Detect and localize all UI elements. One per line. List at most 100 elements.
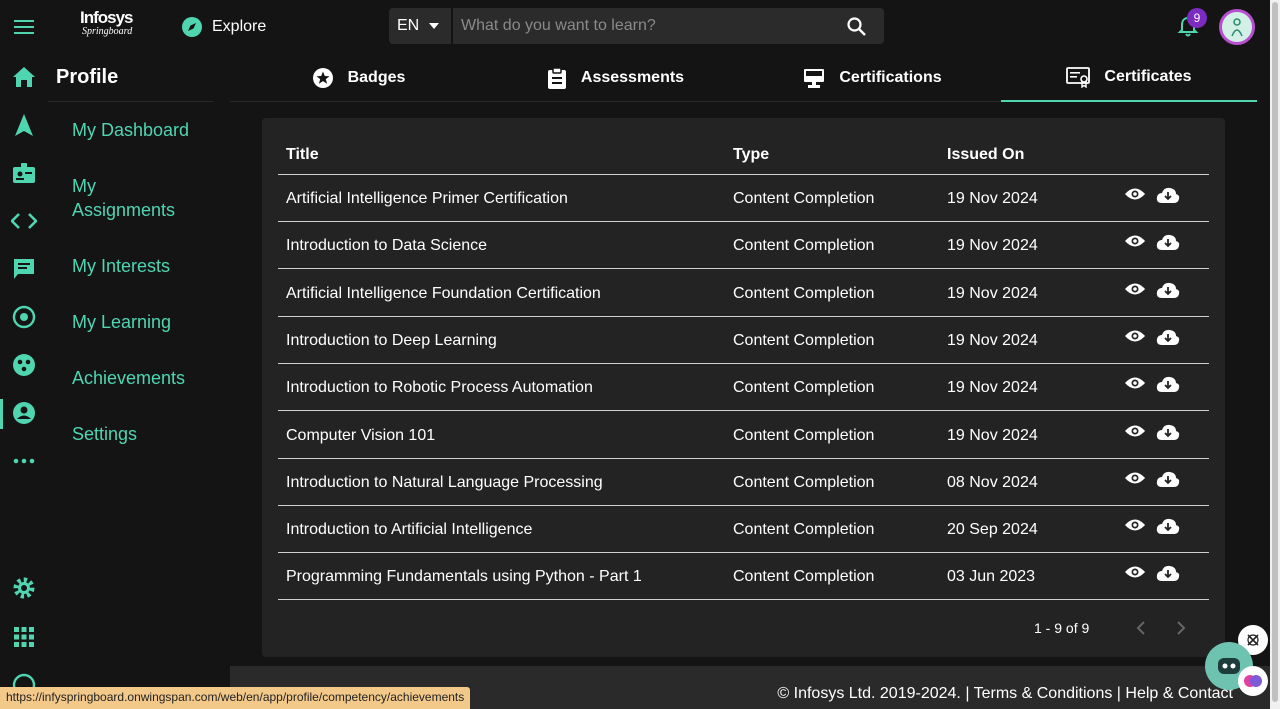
- cell-type: Content Completion: [733, 331, 875, 349]
- cell-issued-on: 19 Nov 2024: [947, 190, 1038, 207]
- cell-type: Content Completion: [733, 473, 875, 491]
- sidebar-title: Profile: [56, 66, 119, 88]
- menu-icon[interactable]: [12, 16, 36, 38]
- view-icon[interactable]: [1124, 233, 1146, 249]
- download-icon[interactable]: [1156, 517, 1180, 535]
- cell-title: Introduction to Natural Language Process…: [286, 473, 603, 491]
- accessibility-icon: [1247, 634, 1259, 646]
- sidebar-item-achievements[interactable]: Achievements: [72, 366, 202, 390]
- table-row: Introduction to Artificial Intelligence C…: [278, 506, 1209, 554]
- language-select[interactable]: EN: [389, 8, 451, 44]
- cell-type: Content Completion: [733, 190, 875, 207]
- logo-line2: Springboard: [82, 26, 133, 37]
- code-icon[interactable]: [11, 208, 37, 234]
- table-header: Title Type Issued On: [278, 132, 1209, 175]
- sidebar-divider: [48, 101, 213, 102]
- brain-icon: [1244, 675, 1262, 687]
- chevron-down-icon: [429, 23, 440, 29]
- cell-title: Computer Vision 101: [286, 426, 436, 444]
- tab-badges[interactable]: Badges: [230, 54, 487, 102]
- more-icon[interactable]: [11, 448, 37, 474]
- explore-button[interactable]: Explore: [181, 16, 266, 38]
- cell-issued-on: 19 Nov 2024: [947, 379, 1038, 397]
- table-row: Artificial Intelligence Foundation Certi…: [278, 270, 1209, 317]
- table-row: Artificial Intelligence Primer Certifica…: [278, 175, 1209, 222]
- ai-assistant-button[interactable]: [1238, 666, 1268, 696]
- sidebar-item-my-dashboard[interactable]: My Dashboard: [72, 118, 202, 142]
- view-icon[interactable]: [1124, 328, 1146, 344]
- settings-icon[interactable]: [11, 575, 37, 601]
- top-bar: Infosys Springboard Explore EN 9: [0, 0, 1280, 54]
- table-row: Introduction to Robotic Process Automati…: [278, 364, 1209, 412]
- cell-title: Artificial Intelligence Foundation Certi…: [286, 284, 601, 302]
- tab-certifications[interactable]: Certifications: [744, 54, 1001, 102]
- tab-badges-label: Badges: [347, 69, 406, 86]
- search-icon[interactable]: [847, 17, 866, 36]
- column-header-title: Title: [286, 146, 319, 163]
- scrollbar-thumb[interactable]: [1272, 2, 1278, 702]
- avatar[interactable]: [1219, 9, 1255, 45]
- cell-issued-on: 08 Nov 2024: [947, 473, 1038, 491]
- view-icon[interactable]: [1124, 375, 1146, 391]
- profile-icon[interactable]: [11, 400, 37, 426]
- clipboard-icon: [547, 67, 566, 89]
- cell-title: Introduction to Robotic Process Automati…: [286, 379, 593, 397]
- column-header-issued-on: Issued On: [947, 146, 1025, 163]
- page-scrollbar[interactable]: [1270, 0, 1280, 709]
- tab-assessments[interactable]: Assessments: [487, 54, 744, 102]
- app-root: Infosys Springboard Explore EN 9: [0, 0, 1280, 709]
- home-icon[interactable]: [11, 64, 37, 90]
- download-icon[interactable]: [1156, 328, 1180, 346]
- download-icon[interactable]: [1156, 423, 1180, 441]
- download-icon[interactable]: [1156, 564, 1180, 582]
- sidebar-item-settings[interactable]: Settings: [72, 422, 202, 446]
- explore-label: Explore: [212, 18, 267, 35]
- sidebar-item-my-interests[interactable]: My Interests: [72, 254, 202, 278]
- tab-certificates[interactable]: Certificates: [1001, 54, 1257, 102]
- sidebar-item-my-learning[interactable]: My Learning: [72, 310, 202, 334]
- view-icon[interactable]: [1124, 470, 1146, 486]
- pagination-range: 1 - 9 of 9: [1034, 620, 1090, 636]
- download-icon[interactable]: [1156, 233, 1180, 251]
- star-badge-icon: [312, 68, 333, 88]
- download-icon[interactable]: [1156, 186, 1180, 204]
- table-row: Programming Fundamentals using Python - …: [278, 553, 1209, 601]
- cell-issued-on: 19 Nov 2024: [947, 331, 1038, 349]
- cell-type: Content Completion: [733, 568, 875, 586]
- achievement-tabs: Badges Assessments Certifications Certif…: [230, 54, 1257, 102]
- rail-active-indicator: [0, 399, 3, 429]
- compass-icon: [182, 17, 202, 37]
- groups-icon[interactable]: [11, 352, 37, 378]
- view-icon[interactable]: [1124, 423, 1146, 439]
- chat-icon[interactable]: [11, 256, 37, 282]
- avatar-figure-icon: [1231, 18, 1243, 37]
- next-page-icon[interactable]: [1174, 618, 1188, 638]
- previous-page-icon[interactable]: [1134, 618, 1148, 638]
- view-icon[interactable]: [1124, 281, 1146, 297]
- view-icon[interactable]: [1124, 517, 1146, 533]
- table-row: Introduction to Deep Learning Content Com…: [278, 317, 1209, 364]
- cell-type: Content Completion: [733, 284, 875, 302]
- infosys-springboard-logo[interactable]: Infosys Springboard: [80, 9, 134, 43]
- table-row: Introduction to Data Science Content Comp…: [278, 222, 1209, 270]
- cell-title: Introduction to Deep Learning: [286, 331, 497, 349]
- target-icon[interactable]: [11, 304, 37, 330]
- navigation-icon[interactable]: [11, 112, 37, 138]
- cell-issued-on: 03 Jun 2023: [947, 568, 1036, 586]
- footer-text[interactable]: © Infosys Ltd. 2019-2024. | Terms & Cond…: [777, 685, 1233, 703]
- certificate-icon: [1066, 67, 1091, 88]
- id-badge-icon[interactable]: [11, 160, 37, 186]
- download-icon[interactable]: [1156, 470, 1180, 488]
- search-input[interactable]: [453, 17, 833, 35]
- tab-certificates-label: Certificates: [1104, 68, 1192, 85]
- cell-type: Content Completion: [733, 426, 875, 444]
- icon-rail: [0, 54, 48, 709]
- cell-issued-on: 19 Nov 2024: [947, 284, 1038, 302]
- download-icon[interactable]: [1156, 281, 1180, 299]
- download-icon[interactable]: [1156, 375, 1180, 393]
- view-icon[interactable]: [1124, 186, 1146, 202]
- apps-grid-icon[interactable]: [11, 624, 37, 650]
- sidebar-item-my-assignments[interactable]: My Assignments: [72, 174, 202, 222]
- logo-line1: Infosys: [80, 8, 134, 27]
- view-icon[interactable]: [1124, 564, 1146, 580]
